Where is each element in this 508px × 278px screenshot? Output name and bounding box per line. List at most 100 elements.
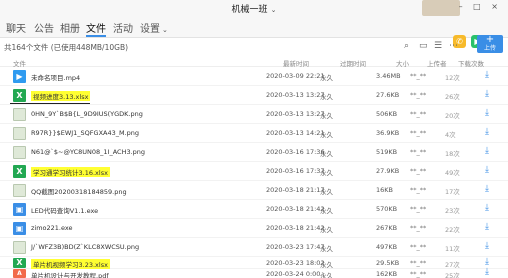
window-controls[interactable]: – □ × bbox=[459, 2, 502, 11]
tab-album[interactable]: 相册 bbox=[60, 20, 80, 37]
excel-file-icon: X bbox=[13, 89, 26, 102]
file-name[interactable]: 单片机设计与开发教程.pdf bbox=[31, 270, 109, 278]
file-size: 162KB bbox=[376, 270, 398, 278]
download-icon[interactable]: ⤓ bbox=[485, 184, 489, 194]
file-count: 共164个文件 (已使用448MB/10GB) bbox=[4, 43, 129, 52]
tab-announcements[interactable]: 公告 bbox=[34, 20, 54, 37]
search-icon[interactable]: ⌕ bbox=[404, 41, 409, 51]
file-uploader: **_** bbox=[410, 259, 427, 267]
file-downloads: 27次 bbox=[445, 261, 460, 269]
table-row[interactable]: ▣ LED代码查询V1.1.exe 2020-03-18 21:42 永久 57… bbox=[0, 200, 508, 219]
file-expire: 永久 bbox=[320, 272, 333, 278]
table-row[interactable]: J/`WFZ3B)BD(Z`KLC8XWCSU.png 2020-03-23 1… bbox=[0, 238, 508, 257]
table-row[interactable]: R97R}}$EWJ1_SQFGXA43_M.png 2020-03-13 14… bbox=[0, 124, 508, 143]
file-expire: 永久 bbox=[320, 150, 333, 158]
file-name[interactable]: LED代码查询V1.1.exe bbox=[31, 205, 98, 215]
file-size: 29.5KB bbox=[376, 259, 400, 267]
download-icon[interactable]: ⤓ bbox=[485, 241, 489, 251]
application-file-icon: ▣ bbox=[13, 222, 26, 235]
tab-chat[interactable]: 聊天 bbox=[6, 20, 26, 37]
file-name[interactable]: 单片机视频学习3.23.xlsx bbox=[31, 259, 110, 269]
file-date: 2020-03-23 17:47 bbox=[266, 243, 325, 251]
plus-icon: + bbox=[485, 34, 495, 45]
file-uploader: **_** bbox=[410, 270, 427, 278]
file-name[interactable]: zimo221.exe bbox=[31, 224, 73, 232]
tab-settings[interactable]: 设置 ⌄ bbox=[140, 20, 168, 37]
tab-activities[interactable]: 活动 bbox=[113, 20, 133, 37]
file-uploader: **_** bbox=[410, 129, 427, 137]
table-row[interactable]: X 单片机视频学习3.23.xlsx 2020-03-23 18:02 永久 2… bbox=[0, 257, 508, 269]
file-expire: 永久 bbox=[320, 169, 333, 177]
file-name[interactable]: N61@`$~@YC8UN08_1I_ACH3.png bbox=[31, 148, 145, 156]
file-downloads: 20次 bbox=[445, 112, 460, 120]
upload-button[interactable]: + 上传 bbox=[477, 35, 503, 53]
file-size: 519KB bbox=[376, 148, 398, 156]
chevron-down-icon[interactable]: ⌄ bbox=[271, 6, 277, 14]
file-date: 2020-03-09 22:21 bbox=[266, 72, 325, 80]
file-name[interactable]: R97R}}$EWJ1_SQFGXA43_M.png bbox=[31, 129, 139, 137]
file-downloads: 23次 bbox=[445, 207, 460, 215]
download-icon[interactable]: ⤓ bbox=[485, 127, 489, 137]
table-row[interactable]: QQ截图20200318184859.png 2020-03-18 21:17 … bbox=[0, 181, 508, 200]
tab-files[interactable]: 文件 bbox=[86, 20, 106, 37]
download-icon[interactable]: ⤓ bbox=[485, 267, 489, 277]
table-header: 文件 最新时间 过期时间 大小 上传者 下载次数 bbox=[0, 56, 508, 68]
more-options-icon[interactable]: ⋯ bbox=[449, 41, 458, 51]
file-date: 2020-03-16 17:37 bbox=[266, 167, 325, 175]
download-icon[interactable]: ⤓ bbox=[485, 203, 489, 213]
download-icon[interactable]: ⤓ bbox=[485, 89, 489, 99]
excel-file-icon: X bbox=[13, 165, 26, 178]
download-icon[interactable]: ⤓ bbox=[485, 146, 489, 156]
file-name[interactable]: 学习通学习统计3.16.xlsx bbox=[31, 167, 110, 177]
table-row[interactable]: 0HN_9Y`B$B{L_9D9IUS(YGDK.png 2020-03-13 … bbox=[0, 105, 508, 124]
file-downloads: 18次 bbox=[445, 150, 460, 158]
file-size: 27.6KB bbox=[376, 91, 400, 99]
file-name[interactable]: J/`WFZ3B)BD(Z`KLC8XWCSU.png bbox=[31, 243, 139, 251]
file-date: 2020-03-13 13:27 bbox=[266, 91, 325, 99]
file-expire: 永久 bbox=[320, 131, 333, 139]
download-icon[interactable]: ⤓ bbox=[485, 165, 489, 175]
file-expire: 永久 bbox=[320, 188, 333, 196]
table-row[interactable]: A 单片机设计与开发教程.pdf 2020-03-24 0:00 永久 162K… bbox=[0, 267, 508, 278]
upload-label: 上传 bbox=[483, 45, 496, 52]
application-file-icon: ▣ bbox=[13, 203, 26, 216]
file-expire: 永久 bbox=[320, 207, 333, 215]
table-row[interactable]: N61@`$~@YC8UN08_1I_ACH3.png 2020-03-16 1… bbox=[0, 143, 508, 162]
image-file-icon bbox=[13, 127, 26, 140]
download-icon[interactable]: ⤓ bbox=[485, 70, 489, 80]
image-file-icon bbox=[13, 146, 26, 159]
window-title-text: 机械一班 bbox=[231, 5, 268, 15]
file-date: 2020-03-18 21:42 bbox=[266, 224, 325, 232]
table-row[interactable]: ▶ 未命名项目.mp4 2020-03-09 22:21 永久 3.46MB *… bbox=[0, 67, 508, 86]
excel-file-icon: X bbox=[13, 258, 26, 268]
download-icon[interactable]: ⤓ bbox=[485, 108, 489, 118]
skin-decoration bbox=[422, 0, 460, 16]
file-uploader: **_** bbox=[410, 110, 427, 118]
file-size: 570KB bbox=[376, 205, 398, 213]
file-downloads: 49次 bbox=[445, 169, 460, 177]
file-date: 2020-03-13 13:27 bbox=[266, 110, 325, 118]
title-bar: 机械一班 ⌄ – □ × bbox=[0, 0, 508, 16]
file-uploader: **_** bbox=[410, 148, 427, 156]
file-name[interactable]: 未命名项目.mp4 bbox=[31, 72, 80, 82]
file-size: 267KB bbox=[376, 224, 398, 232]
file-date: 2020-03-23 18:02 bbox=[266, 259, 325, 267]
file-name[interactable]: 0HN_9Y`B$B{L_9D9IUS(YGDK.png bbox=[31, 110, 143, 118]
file-size: 3.46MB bbox=[376, 72, 401, 80]
tab-settings-label: 设置 bbox=[140, 24, 160, 35]
file-uploader: **_** bbox=[410, 72, 427, 80]
file-name[interactable]: QQ截图20200318184859.png bbox=[31, 186, 127, 196]
file-uploader: **_** bbox=[410, 167, 427, 175]
file-downloads: 11次 bbox=[445, 245, 460, 253]
file-toolbar: 共164个文件 (已使用448MB/10GB) ⌕ ▭ ☰ ⋯ bbox=[0, 38, 508, 56]
table-row[interactable]: ▣ zimo221.exe 2020-03-18 21:42 永久 267KB … bbox=[0, 219, 508, 238]
file-name[interactable]: 视频进度3.13.xlsx bbox=[31, 91, 91, 101]
list-view-icon[interactable]: ☰ bbox=[434, 41, 442, 51]
download-icon[interactable]: ⤓ bbox=[485, 222, 489, 232]
file-downloads: 12次 bbox=[445, 74, 460, 82]
folder-icon[interactable]: ▭ bbox=[419, 41, 428, 51]
table-row[interactable]: X 学习通学习统计3.16.xlsx 2020-03-16 17:37 永久 2… bbox=[0, 162, 508, 181]
table-row[interactable]: X 视频进度3.13.xlsx 2020-03-13 13:27 永久 27.6… bbox=[0, 86, 508, 105]
file-expire: 永久 bbox=[320, 245, 333, 253]
download-icon[interactable]: ⤓ bbox=[485, 257, 489, 267]
